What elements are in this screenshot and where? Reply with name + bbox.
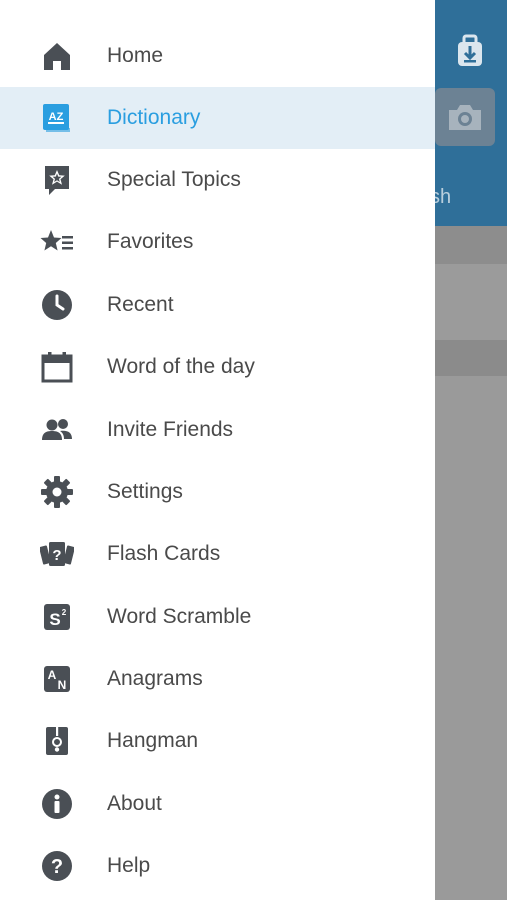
menu-item-word-scramble[interactable]: S 2 Word Scramble: [0, 586, 435, 648]
camera-icon: [449, 105, 481, 130]
menu-item-label: Word of the day: [107, 355, 255, 378]
svg-text:2: 2: [62, 608, 67, 617]
menu-item-label: Help: [107, 854, 151, 877]
menu-item-invite-friends[interactable]: Invite Friends: [0, 399, 435, 461]
menu-item-label: Anagrams: [107, 667, 203, 690]
people-icon: [38, 411, 76, 449]
favorites-icon: [38, 223, 76, 261]
svg-text:S: S: [49, 610, 60, 629]
gear-icon: [38, 473, 76, 511]
menu-item-label: Favorites: [107, 230, 194, 253]
svg-text:?: ?: [52, 547, 61, 564]
menu-item-label: Settings: [107, 480, 183, 503]
info-icon: [38, 785, 76, 823]
menu-item-label: Dictionary: [107, 106, 201, 129]
menu-item-home[interactable]: Home: [0, 25, 435, 87]
menu-item-hangman[interactable]: Hangman: [0, 710, 435, 772]
help-icon: ?: [38, 847, 76, 885]
menu-item-anagrams[interactable]: A N Anagrams: [0, 648, 435, 710]
menu-item-label: Recent: [107, 293, 174, 316]
menu-item-label: Home: [107, 44, 164, 67]
menu-item-label: Hangman: [107, 729, 199, 752]
menu-item-label: Word Scramble: [107, 605, 252, 628]
svg-text:?: ?: [51, 856, 63, 878]
download-icon: [458, 34, 482, 66]
word-scramble-icon: S 2: [38, 598, 76, 636]
menu-item-label: Invite Friends: [107, 418, 234, 441]
svg-text:A: A: [48, 668, 57, 682]
camera-button[interactable]: [435, 88, 495, 146]
svg-text:AZ: AZ: [49, 111, 64, 123]
calendar-icon: [38, 348, 76, 386]
menu-item-dictionary[interactable]: AZ Dictionary: [0, 87, 435, 149]
menu-item-special-topics[interactable]: Special Topics: [0, 149, 435, 211]
menu-item-flash-cards[interactable]: ? Flash Cards: [0, 523, 435, 585]
svg-text:N: N: [58, 678, 67, 692]
menu-item-favorites[interactable]: Favorites: [0, 211, 435, 273]
menu-item-label: Special Topics: [107, 168, 241, 191]
menu-item-about[interactable]: About: [0, 773, 435, 835]
clock-icon: [38, 286, 76, 324]
menu-item-recent[interactable]: Recent: [0, 274, 435, 336]
hangman-icon: [38, 722, 76, 760]
menu-item-help[interactable]: ? Help: [0, 835, 435, 897]
home-icon: [38, 37, 76, 75]
menu-item-settings[interactable]: Settings: [0, 461, 435, 523]
special-topics-icon: [38, 161, 76, 199]
navigation-drawer: Home AZ Dictionary Special Topics Favori…: [0, 0, 435, 900]
flash-cards-icon: ?: [38, 535, 76, 573]
menu-item-label: Flash Cards: [107, 542, 221, 565]
download-button[interactable]: [448, 26, 492, 76]
menu-item-label: About: [107, 792, 162, 815]
dictionary-az-icon: AZ: [38, 99, 76, 137]
menu-item-word-of-the-day[interactable]: Word of the day: [0, 336, 435, 398]
anagrams-icon: A N: [38, 660, 76, 698]
